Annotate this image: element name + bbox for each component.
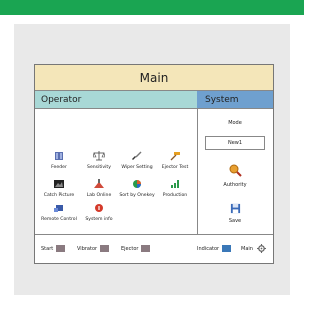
ejector-indicator	[141, 245, 151, 252]
wiper-setting-label: Wiper Setting	[121, 165, 153, 170]
operator-header: Operator	[35, 91, 197, 109]
status-vibrator: Vibrator	[77, 235, 115, 264]
catch-picture-label: Catch Picture	[43, 193, 75, 198]
system-header: System	[197, 91, 273, 109]
mode-label: Mode	[228, 120, 242, 126]
main-label: Main	[241, 246, 253, 252]
floppy-disk-icon	[230, 203, 240, 214]
gear-icon	[256, 244, 266, 253]
top-accent-bar	[0, 0, 304, 15]
system-info-button[interactable]: System info	[79, 203, 119, 222]
sensitivity-label: Sensitivity	[87, 165, 111, 170]
hammer-icon	[170, 152, 180, 161]
chart-icon	[171, 180, 179, 188]
start-label: Start	[41, 246, 54, 252]
magnifier-icon	[229, 164, 242, 177]
mode-select[interactable]: New1	[205, 136, 265, 150]
save-label: Save	[228, 218, 242, 224]
scale-icon	[93, 151, 105, 161]
remote-control-button[interactable]: Remote Control	[39, 203, 79, 222]
vibrator-label: Vibrator	[77, 246, 98, 252]
vibrator-indicator	[100, 245, 110, 252]
production-button[interactable]: Production	[155, 179, 195, 198]
indicator-label: Indicator	[197, 246, 220, 252]
ejector-test-label: Ejector Test	[161, 165, 189, 170]
lab-online-label: Lab Online	[86, 193, 112, 198]
authority-label: Authority	[223, 182, 247, 188]
system-header-label: System	[205, 95, 239, 105]
status-indicator: Indicator	[197, 235, 237, 264]
info-icon	[95, 204, 103, 212]
authority-button[interactable]: Authority	[197, 163, 273, 188]
feeder-button[interactable]: Feeder	[39, 151, 79, 170]
indicator-swatch	[222, 245, 232, 252]
production-label: Production	[162, 193, 188, 198]
lab-online-button[interactable]: Lab Online	[79, 179, 119, 198]
save-button[interactable]: Save	[197, 203, 273, 224]
sensitivity-button[interactable]: Sensitivity	[79, 151, 119, 170]
remote-control-label: Remote Control	[41, 217, 77, 222]
feeder-label: Feeder	[51, 165, 67, 170]
feeder-icon	[55, 152, 63, 160]
wiper-setting-button[interactable]: Wiper Setting	[117, 151, 157, 170]
operator-header-label: Operator	[41, 95, 82, 105]
sort-by-onekey-button[interactable]: Sort by Onekey	[117, 179, 157, 198]
ejector-label: Ejector	[121, 246, 139, 252]
flask-icon	[94, 179, 104, 188]
sort-icon	[133, 180, 141, 188]
brush-icon	[132, 151, 142, 160]
remote-icon	[54, 205, 63, 212]
picture-icon	[54, 180, 64, 188]
system-info-label: System info	[85, 217, 113, 222]
status-ejector: Ejector	[121, 235, 156, 264]
start-indicator	[56, 245, 66, 252]
sort-by-onekey-label: Sort by Onekey	[119, 193, 155, 198]
main-window: Main Operator System Feeder Sensitivity …	[34, 64, 274, 264]
catch-picture-button[interactable]: Catch Picture	[39, 179, 79, 198]
window-title: Main	[139, 71, 169, 85]
status-start: Start	[41, 235, 71, 264]
main-button[interactable]: Main	[241, 235, 266, 264]
title-bar: Main	[35, 65, 273, 91]
ejector-test-button[interactable]: Ejector Test	[155, 151, 195, 170]
